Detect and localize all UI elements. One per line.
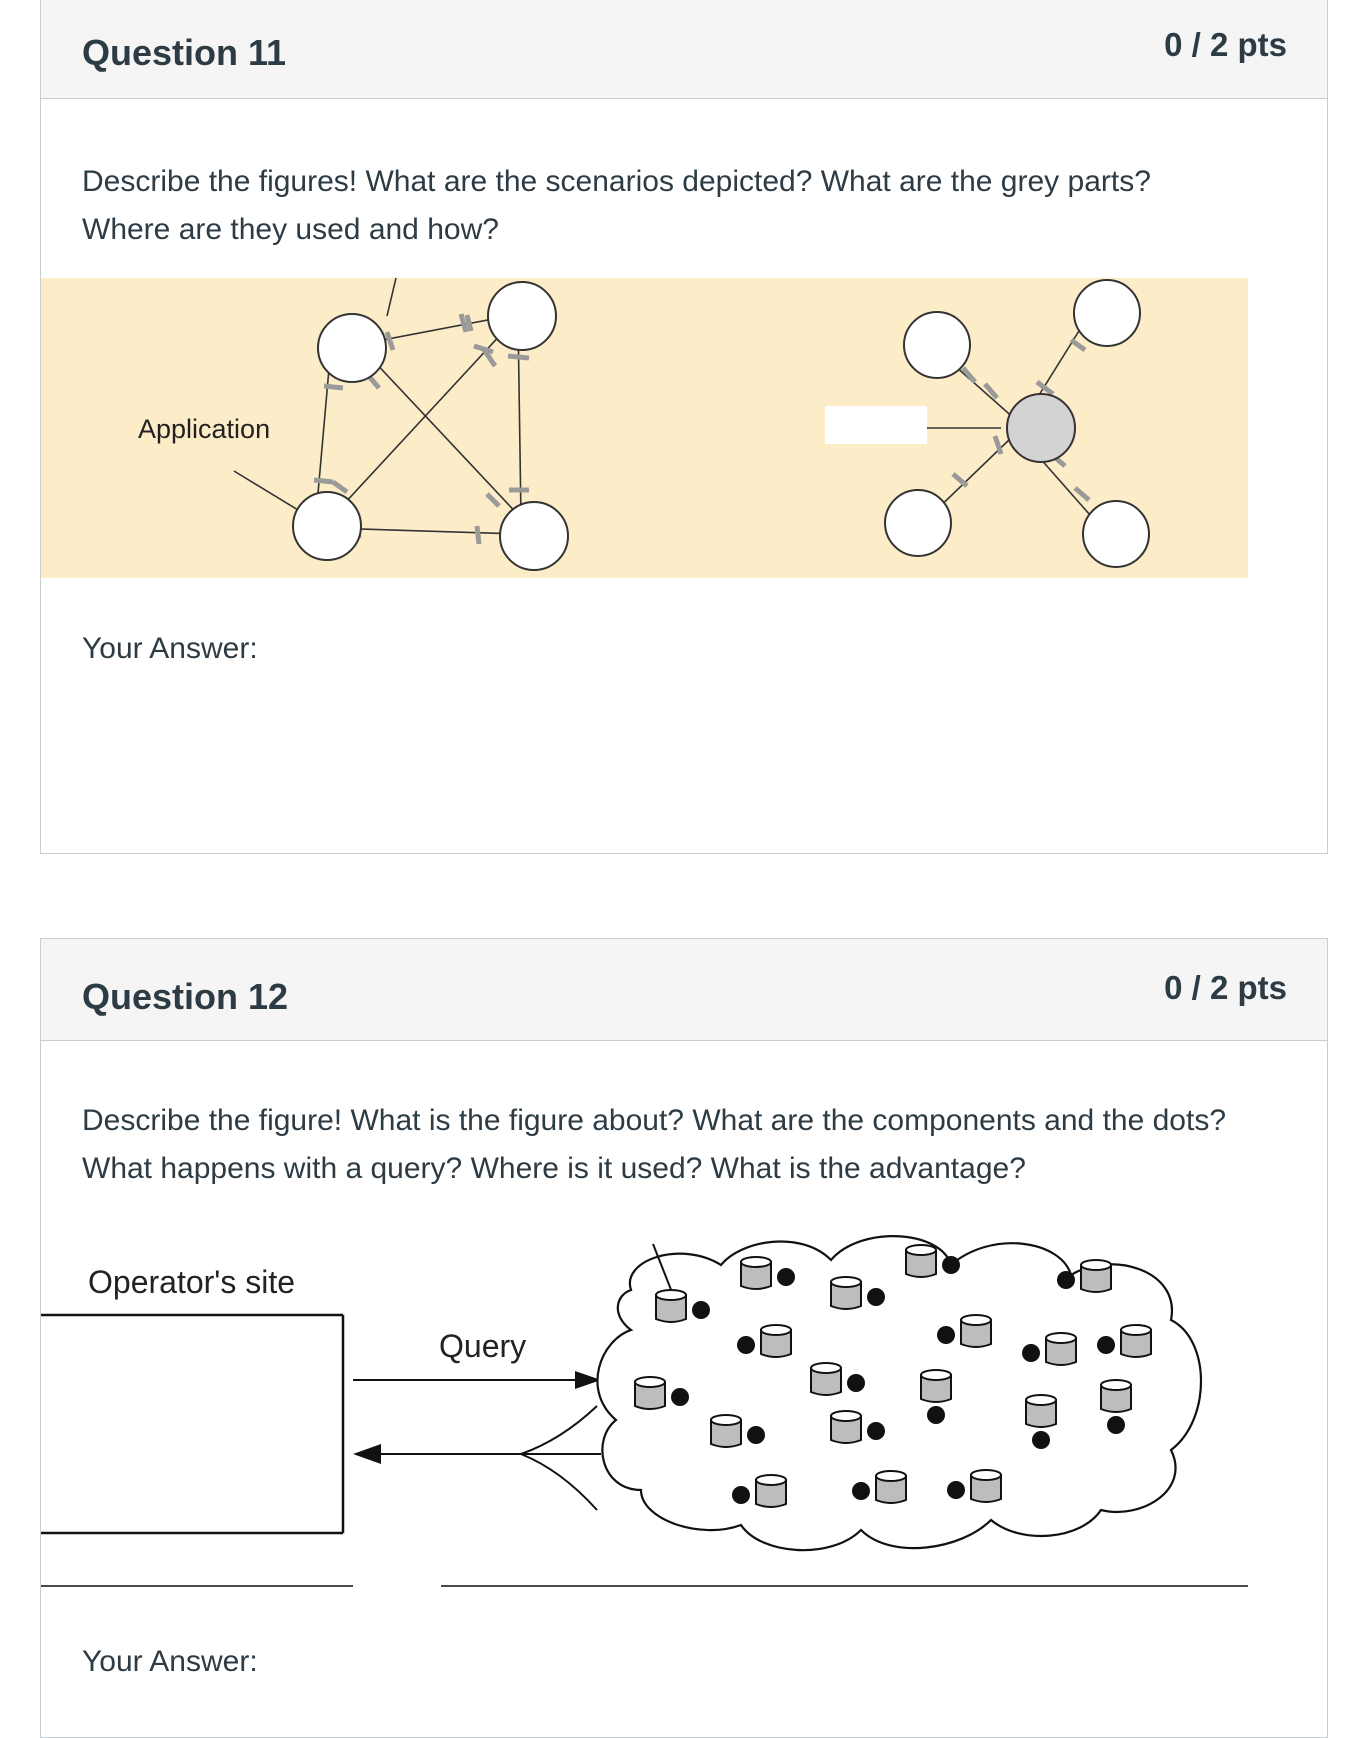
database-cylinder-top	[1025, 1394, 1057, 1406]
node-dot	[777, 1268, 795, 1286]
node-dot	[1107, 1416, 1125, 1434]
operator-site-box	[41, 1313, 345, 1535]
node-dot	[692, 1301, 710, 1319]
node-dot	[947, 1481, 965, 1499]
question-11-text: Describe the figures! What are the scena…	[82, 158, 1302, 254]
result-branch-lower	[520, 1453, 598, 1511]
database-cylinder-top	[1080, 1259, 1112, 1271]
node-dot	[847, 1374, 865, 1392]
node-dot	[671, 1388, 689, 1406]
node-dot	[737, 1336, 755, 1354]
question-11-answer-label: Your Answer:	[82, 632, 258, 665]
database-cylinder-top	[905, 1244, 937, 1256]
question-12-points: 0 / 2 pts	[1164, 969, 1287, 1006]
node-dot	[937, 1326, 955, 1344]
node-dot	[852, 1482, 870, 1500]
question-12-header: Question 12 0 / 2 pts	[41, 939, 1327, 1041]
node-dot	[747, 1426, 765, 1444]
database-cylinder-top	[920, 1369, 952, 1381]
database-cylinder-top	[875, 1470, 907, 1482]
node-dot	[1097, 1336, 1115, 1354]
node-dot	[1022, 1344, 1040, 1362]
question-11-text-line1: Describe the figures! What are the scena…	[82, 165, 1151, 198]
question-12-text-line1: Describe the figure! What is the figure …	[82, 1104, 1226, 1137]
question-12-text: Describe the figure! What is the figure …	[82, 1097, 1302, 1193]
node-dot	[867, 1422, 885, 1440]
result-branch-upper	[520, 1405, 598, 1455]
database-cylinder-top	[830, 1410, 862, 1422]
query-label: Query	[439, 1328, 526, 1364]
database-cylinder-top	[810, 1362, 842, 1374]
redacted-label-box	[825, 406, 927, 444]
database-cylinder-top	[1045, 1332, 1077, 1344]
application-label: Application	[138, 414, 270, 444]
node-dot	[1057, 1271, 1075, 1289]
operator-site-label: Operator's site	[88, 1264, 295, 1300]
question-12-answer-label: Your Answer:	[82, 1645, 258, 1678]
hub-node	[1006, 393, 1076, 463]
question-11-header: Question 11 0 / 2 pts	[41, 0, 1327, 99]
question-11-title: Question 11	[82, 32, 287, 73]
node-dot	[867, 1288, 885, 1306]
node-dot	[927, 1406, 945, 1424]
database-cylinder-top	[1100, 1379, 1132, 1391]
question-11-figure: Application	[41, 278, 1248, 578]
database-cylinder-top	[755, 1474, 787, 1486]
database-cylinder-top	[710, 1414, 742, 1426]
question-12-figure: Operator's site Query	[41, 1235, 1248, 1587]
question-12-title: Question 12	[82, 976, 289, 1017]
database-cylinder-top	[655, 1289, 687, 1301]
question-11-text-line2: Where are they used and how?	[82, 213, 499, 246]
database-cylinder-top	[830, 1276, 862, 1288]
database-cylinder-top	[1120, 1324, 1152, 1336]
node-dot	[1032, 1431, 1050, 1449]
result-arrowhead	[353, 1444, 381, 1464]
database-cylinder-top	[760, 1324, 792, 1336]
question-11-points: 0 / 2 pts	[1164, 26, 1287, 63]
database-cylinder-top	[634, 1376, 666, 1388]
node-dot	[942, 1256, 960, 1274]
node-dot	[732, 1486, 750, 1504]
database-node	[905, 1244, 960, 1278]
question-12-text-line2: What happens with a query? Where is it u…	[82, 1152, 1026, 1185]
database-cylinder-top	[970, 1469, 1002, 1481]
database-cylinder-top	[960, 1314, 992, 1326]
database-cylinder-top	[740, 1256, 772, 1268]
